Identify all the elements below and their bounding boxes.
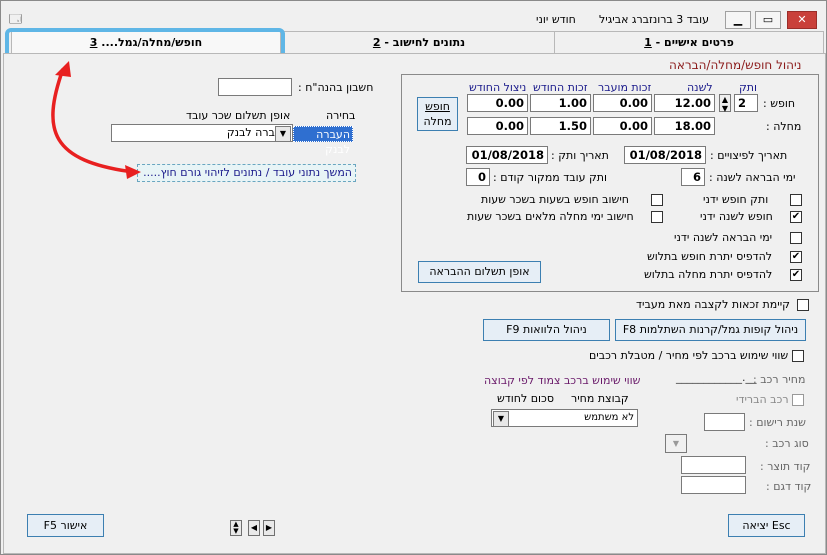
header-monthly-right: זכות החודש [533,81,588,94]
annotation-arrows [51,61,141,179]
maker-code-field[interactable] [681,456,746,474]
prev-seniority-label: ותק עובד ממקור קודם : [493,171,608,184]
restore-icon: ▭ [762,13,774,26]
severance-date-field[interactable]: 01/08/2018 [624,146,706,164]
vacation-seniority-field[interactable]: 2 [734,94,758,112]
hybrid-checkbox[interactable] [792,394,804,406]
tab-calc-data[interactable]: נתונים לחישוב - 2 [283,31,555,54]
maker-code-label: קוד תוצר : [760,460,811,473]
vacation-monthly-usage-field[interactable]: 0.00 [467,94,528,112]
manual-vacation-seniority-label: ותק חופש ידני [703,193,769,206]
header-seniority: ותק [739,81,758,94]
monthly-amount-header: סכום לחודש [497,392,554,405]
manual-vacation-year-checkbox[interactable]: ✔ [790,211,802,223]
car-price-label: מחיר רכב : [753,373,806,386]
vacation-hours-calc-label: חישוב חופש בשעות בשכר שעות [481,193,629,206]
minimize-button[interactable]: ▁ [725,11,751,29]
reg-year-label: שנת רישום : [749,416,806,429]
bank-account-label: חשבון בהנה"ח : [298,81,374,94]
next-arrow-icon[interactable]: ▶ [263,520,275,536]
seniority-date-label: תאריך ותק : [551,149,609,162]
pension-eligibility-checkbox[interactable] [797,299,809,311]
car-value-checkbox[interactable] [792,350,804,362]
tab-number: 1 [644,36,652,49]
print-vacation-balance-checkbox[interactable]: ✔ [790,251,802,263]
sick-monthly-usage-field[interactable]: 0.00 [467,117,528,135]
recovery-payment-button[interactable]: אופן תשלום ההבראה [418,261,541,283]
tab-number: 2 [372,36,381,49]
vacation-sick-button[interactable]: חופש מחלה [417,97,458,131]
group-price-header: קבוצת מחיר [571,392,629,405]
pension-eligibility-label: קיימת זכאות לקצבה מאת מעביד [636,298,790,311]
button-line: מחלה [423,115,452,128]
car-type-dropdown-icon[interactable]: ▼ [665,434,687,453]
sick-transferred-field[interactable]: 0.00 [593,117,652,135]
tab-label: נתונים לחישוב - [380,36,466,49]
minimize-icon: ▁ [733,13,743,26]
f5-confirm-button[interactable]: F5 אישור [27,514,104,537]
manual-recovery-year-checkbox[interactable] [790,232,802,244]
car-type-label: סוג רכב : [765,437,809,450]
month-label: חודש יוני [536,13,576,26]
car-value-label: שווי שימוש ברכב לפי מחיר / מטבלת רכבים [589,349,789,362]
recovery-days-label: ימי הבראה לשנה : [709,171,796,184]
sick-per-year-field[interactable]: 18.00 [654,117,715,135]
f8-pension-funds-button[interactable]: F8 ניהול קופות גמל/קרנות השתלמות [615,319,806,341]
bank-account-field[interactable] [218,78,292,96]
header-per-year: לשנה [687,81,713,94]
manual-recovery-year-label: ימי הבראה לשנה ידני [674,231,773,244]
car-group-dropdown-icon[interactable]: ▼ [493,411,509,427]
prev-seniority-field[interactable]: 0 [466,168,490,186]
close-icon: ✕ [797,13,807,26]
recovery-days-field[interactable]: 6 [681,168,705,186]
employee-window: 🗔 חודש יוני עובד 3 ברונזברג אביגיל ▁ ▭ ✕… [0,0,827,555]
print-sick-balance-checkbox[interactable]: ✔ [790,269,802,281]
tab-personal[interactable]: פרטים אישיים - 1 [554,31,824,54]
full-sick-days-calc-label: חישוב ימי מחלה מלאים בשכר שעות [467,210,634,223]
continue-employee-data-link[interactable]: המשך נתוני עובד / נתונים לזיהוי גורם חוץ… [137,164,356,182]
car-price-field[interactable]: ____________.__ [676,371,757,384]
vacation-hours-calc-checkbox[interactable] [651,194,663,206]
manual-vacation-year-label: חופש לשנה ידני [700,210,773,223]
sick-monthly-right-field[interactable]: 1.50 [530,117,591,135]
severance-date-label: תאריך לפיצויים : [710,149,788,162]
vacation-per-year-field[interactable]: 12.00 [654,94,715,112]
tab-label: פרטים אישיים - [651,36,734,49]
vacation-monthly-right-field[interactable]: 1.00 [530,94,591,112]
manual-vacation-seniority-checkbox[interactable] [790,194,802,206]
header-transferred: זכות מועבר [598,81,652,94]
payment-method-header: אופן תשלום שכר עובד [186,109,291,122]
restore-button[interactable]: ▭ [755,11,781,29]
window-title: עובד 3 ברונזברג אביגיל [599,13,710,26]
updown-arrows-icon[interactable]: ▲ ▼ [230,520,242,536]
sick-row-label: מחלה : [766,120,802,133]
model-code-field[interactable] [681,476,746,494]
exit-esc-button[interactable]: יציאה Esc [728,514,805,537]
full-sick-days-calc-checkbox[interactable] [651,211,663,223]
choice-header: בחירה [326,109,356,122]
model-code-label: קוד דגם : [766,480,812,493]
payment-dropdown-arrow-icon[interactable]: ▼ [275,126,291,142]
seniority-date-field[interactable]: 01/08/2018 [466,146,548,164]
print-vacation-balance-label: להדפיס יתרת חופש בתלוש [647,250,773,263]
vacation-transferred-field[interactable]: 0.00 [593,94,652,112]
section-title: ניהול חופש/מחלה/הבראה [669,58,802,72]
close-button[interactable]: ✕ [787,11,817,29]
car-group-select[interactable]: לא משתמש [491,409,638,427]
f9-loans-button[interactable]: F9 ניהול הלוואות [483,319,610,341]
car-group-title: שווי שימוש ברכב צמוד לפי קבוצה [484,374,641,387]
vacation-row-label: חופש : [763,97,796,110]
header-monthly-usage: ניצול החודש [469,81,527,94]
button-line: חופש [425,100,450,113]
reg-year-field[interactable] [704,413,745,431]
prev-arrow-icon[interactable]: ◀ [248,520,260,536]
choice-selected[interactable]: העברה לבנק [293,126,353,156]
hybrid-label: רכב הברידי [736,393,789,406]
title-bar: 🗔 חודש יוני עובד 3 ברונזברג אביגיל ▁ ▭ ✕ [1,1,826,31]
print-sick-balance-label: להדפיס יתרת מחלה בתלוש [644,268,773,281]
seniority-spin-icon[interactable]: ▲ ▼ [719,94,731,113]
